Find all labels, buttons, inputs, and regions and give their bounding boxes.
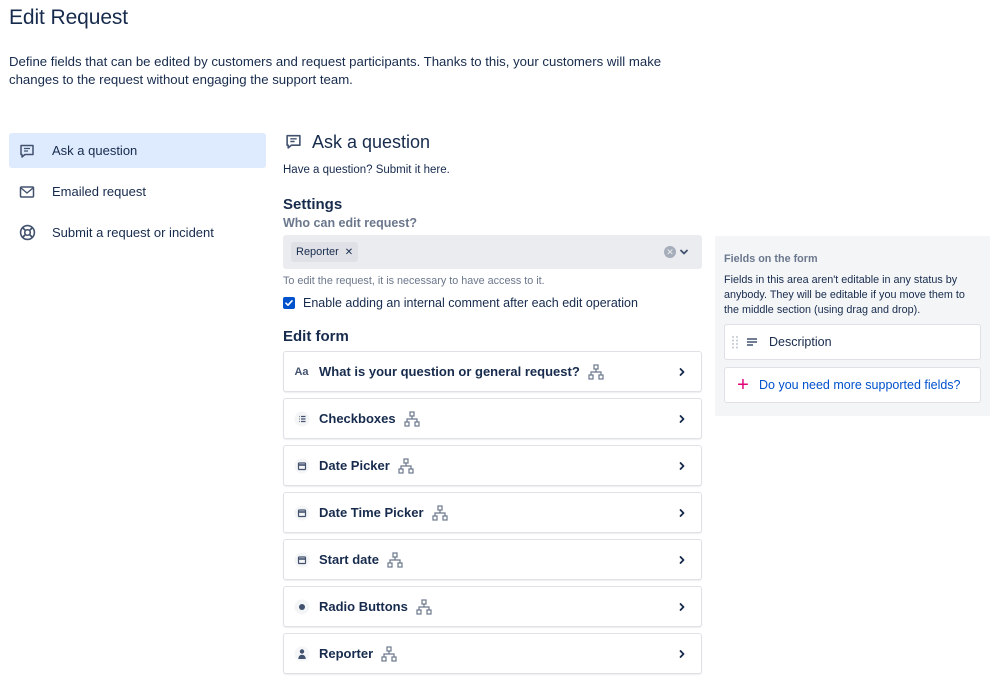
calendar-icon — [293, 504, 310, 521]
settings-heading: Settings — [283, 196, 343, 213]
request-type-subtitle: Have a question? Submit it here. — [283, 164, 450, 176]
field-label: Checkboxes — [319, 411, 396, 426]
more-supported-fields-link[interactable]: + Do you need more supported fields? — [724, 367, 981, 403]
request-type-title: Ask a question — [312, 131, 431, 152]
edit-form-field-list: Aa What is your question or general requ… — [283, 351, 702, 674]
hierarchy-icon — [398, 457, 414, 474]
field-card-question[interactable]: Aa What is your question or general requ… — [283, 351, 702, 392]
reporter-tag: Reporter ✕ — [291, 242, 359, 262]
nav-item-label: Emailed request — [52, 184, 146, 199]
field-label: Date Time Picker — [319, 505, 424, 520]
description-field-label: Description — [769, 335, 832, 349]
calendar-icon — [293, 551, 310, 568]
tag-label: Reporter — [296, 246, 339, 258]
nav-item-label: Submit a request or incident — [52, 225, 214, 240]
page-description: Define fields that can be edited by cust… — [9, 54, 662, 87]
side-panel-description: Fields in this area aren't editable in a… — [724, 274, 965, 316]
internal-comment-checkbox[interactable] — [283, 297, 295, 309]
chevron-right-icon[interactable] — [675, 647, 689, 661]
chevron-down-icon[interactable] — [677, 245, 691, 259]
request-type-nav: Ask a question Emailed request Submit a … — [9, 133, 266, 256]
lifebuoy-icon — [18, 224, 36, 242]
access-helper-text: To edit the request, it is necessary to … — [283, 275, 545, 287]
hierarchy-icon — [381, 645, 397, 662]
calendar-icon — [293, 457, 310, 474]
nav-item-submit-request[interactable]: Submit a request or incident — [9, 215, 266, 250]
speech-bubble-icon — [18, 142, 36, 160]
envelope-icon — [18, 183, 36, 201]
radio-icon — [293, 598, 310, 615]
field-label: What is your question or general request… — [319, 364, 580, 379]
field-card-reporter[interactable]: Reporter — [283, 633, 702, 674]
field-card-checkboxes[interactable]: Checkboxes — [283, 398, 702, 439]
hierarchy-icon — [403, 410, 420, 427]
request-type-settings: Ask a question Have a question? Submit i… — [283, 130, 702, 680]
edit-form-heading: Edit form — [283, 328, 349, 345]
field-label: Start date — [319, 552, 379, 567]
field-label: Reporter — [319, 646, 374, 661]
hierarchy-icon — [387, 551, 403, 568]
who-can-edit-select[interactable]: Reporter ✕ ✕ — [283, 235, 702, 269]
paragraph-icon — [745, 335, 759, 349]
person-icon — [293, 645, 310, 662]
clear-icon[interactable]: ✕ — [664, 246, 676, 258]
field-label: Date Picker — [319, 458, 390, 473]
chevron-right-icon[interactable] — [675, 365, 689, 379]
side-panel-title: Fields on the form — [724, 253, 818, 265]
hierarchy-icon — [431, 504, 448, 521]
more-supported-fields-label: Do you need more supported fields? — [759, 378, 961, 392]
plus-icon: + — [737, 374, 749, 396]
nav-item-label: Ask a question — [52, 143, 138, 158]
internal-comment-label: Enable adding an internal comment after … — [303, 296, 638, 310]
page-title: Edit Request — [9, 6, 129, 29]
internal-comment-option[interactable]: Enable adding an internal comment after … — [283, 296, 702, 310]
remove-tag-icon[interactable]: ✕ — [345, 247, 353, 258]
nav-item-ask-a-question[interactable]: Ask a question — [9, 133, 266, 168]
field-card-start-date[interactable]: Start date — [283, 539, 702, 580]
hierarchy-icon — [416, 598, 432, 615]
who-can-edit-label: Who can edit request? — [283, 216, 418, 230]
field-card-date-picker[interactable]: Date Picker — [283, 445, 702, 486]
field-card-date-time-picker[interactable]: Date Time Picker — [283, 492, 702, 533]
chevron-right-icon[interactable] — [675, 412, 689, 426]
chevron-right-icon[interactable] — [675, 459, 689, 473]
text-field-icon: Aa — [294, 365, 309, 378]
nav-item-emailed-request[interactable]: Emailed request — [9, 174, 266, 209]
fields-on-form-panel: Fields on the form Fields in this area a… — [715, 236, 990, 416]
speech-bubble-icon — [285, 133, 303, 151]
drag-handle-icon[interactable] — [731, 335, 739, 349]
checklist-icon — [293, 410, 310, 427]
field-card-radio-buttons[interactable]: Radio Buttons — [283, 586, 702, 627]
hierarchy-icon — [588, 363, 604, 380]
chevron-right-icon[interactable] — [675, 506, 689, 520]
description-field-card[interactable]: Description — [724, 324, 981, 360]
chevron-right-icon[interactable] — [675, 600, 689, 614]
field-label: Radio Buttons — [319, 599, 408, 614]
section-header: Ask a question — [283, 130, 702, 154]
chevron-right-icon[interactable] — [675, 553, 689, 567]
